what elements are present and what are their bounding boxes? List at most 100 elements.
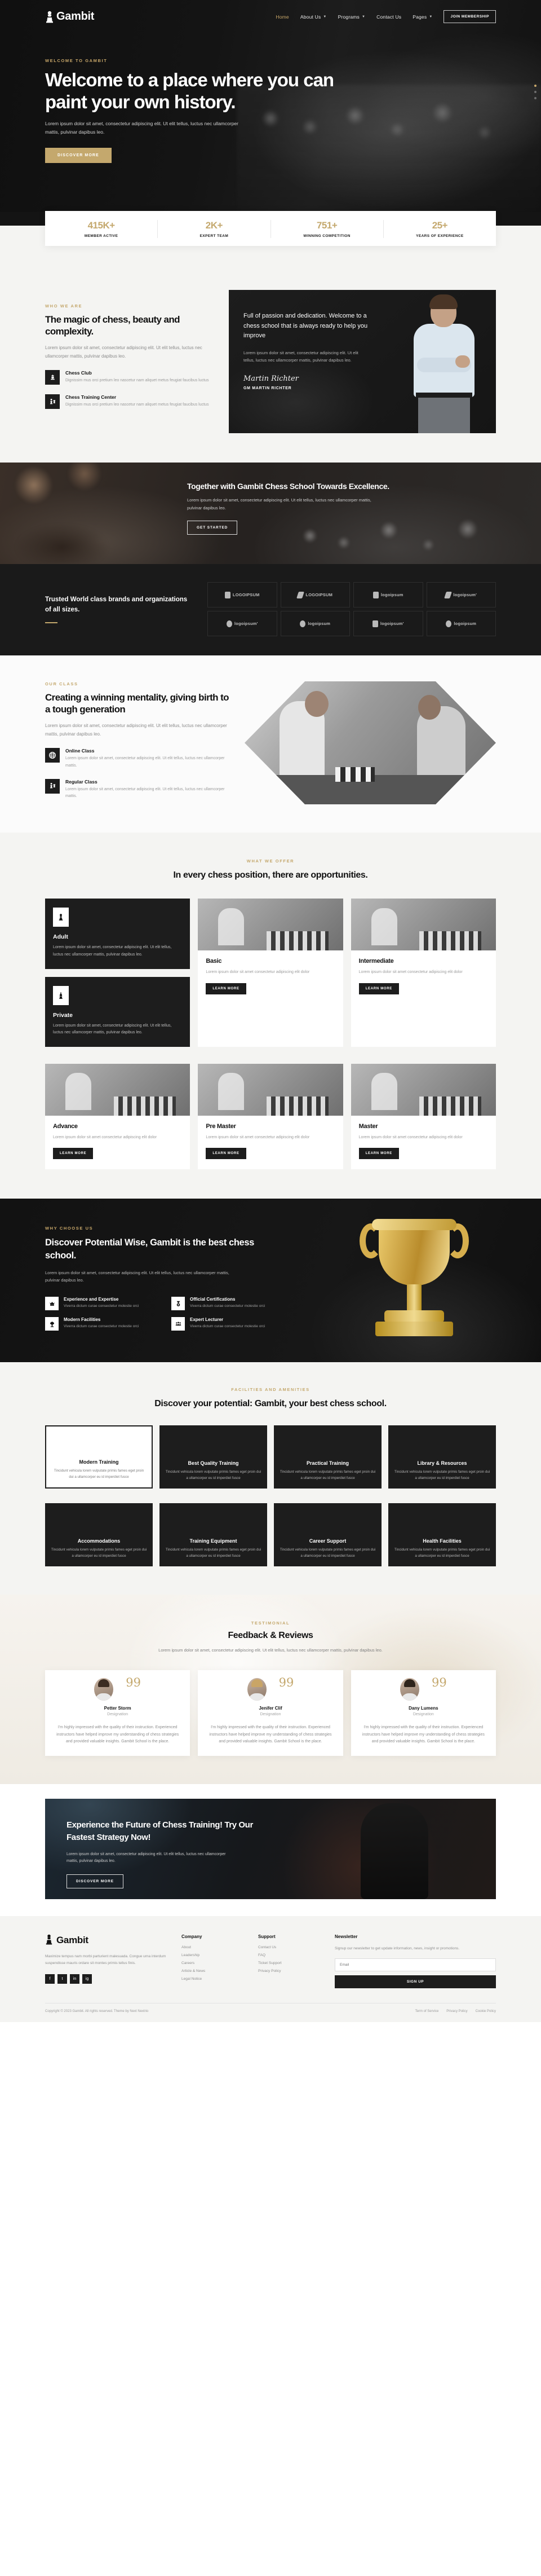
footer-bottom-link-privacy[interactable]: Privacy Policy — [446, 2010, 467, 2013]
nav-item-programs[interactable]: Programs ▼ — [338, 14, 366, 20]
offer-card-title: Pre Master — [206, 1122, 236, 1130]
why-feature-title: Official Certifications — [190, 1297, 236, 1302]
logo-text: Gambit — [56, 10, 95, 23]
chess-pawn-icon — [53, 908, 69, 927]
section-lead: Lorem ipsum dolor sit amet, consectetur … — [45, 723, 227, 737]
stat-item: 751+ WINNING COMPETITION — [271, 220, 384, 238]
facility-title: Accommodations — [77, 1538, 121, 1544]
cta-body: Lorem ipsum dolor sit amet, consectetur … — [66, 1852, 226, 1864]
feature-title: Chess Training Center — [65, 394, 117, 400]
footer-link[interactable]: Privacy Policy — [258, 1969, 320, 1973]
footer-link[interactable]: Ticket Support — [258, 1961, 320, 1965]
learn-more-button[interactable]: LEARN MORE — [206, 983, 246, 994]
facility-card-best-quality-training[interactable]: Best Quality Training Tincidunt vehicula… — [159, 1425, 267, 1489]
feature-title: Regular Class — [65, 778, 97, 785]
learn-more-button[interactable]: LEARN MORE — [53, 1148, 94, 1160]
chess-pawn-icon — [45, 1934, 54, 1947]
nav-label: About Us — [300, 14, 321, 20]
offer-card-title: Intermediate — [358, 958, 394, 965]
offer-card-advance[interactable]: Advance Lorem ipsum dolor sit amet conse… — [45, 1063, 190, 1170]
testimonial-designation: Designation — [260, 1712, 281, 1716]
cta-discover-more-button[interactable]: DISCOVER MORE — [66, 1874, 123, 1889]
newsletter-signup-button[interactable]: SIGN UP — [335, 1975, 496, 1989]
offer-cards-row-1: Adult Lorem ipsum dolor sit amet, consec… — [45, 899, 496, 1047]
nav-item-contact-us[interactable]: Contact Us — [376, 14, 401, 20]
footer-link[interactable]: FAQ — [258, 1953, 320, 1957]
footer-link[interactable]: Careers — [181, 1961, 243, 1965]
facility-card-modern-training[interactable]: Modern Training Tincidunt vehicula lorem… — [45, 1425, 153, 1489]
footer-link[interactable]: Leadership — [181, 1953, 243, 1957]
instagram-icon[interactable]: ig — [82, 1974, 92, 1984]
linkedin-icon[interactable]: in — [70, 1974, 79, 1984]
facility-desc: Tincidunt vehicula lorem vulputate primi… — [280, 1548, 376, 1558]
facility-card-library-resources[interactable]: Library & Resources Tincidunt vehicula l… — [388, 1425, 496, 1489]
footer-link[interactable]: About — [181, 1945, 243, 1949]
offer-card-basic[interactable]: Basic Lorem ipsum dolor sit amet consect… — [198, 899, 343, 1047]
facility-title: Best Quality Training — [188, 1460, 239, 1466]
facility-desc: Tincidunt vehicula lorem vulputate primi… — [394, 1470, 490, 1480]
facebook-icon[interactable]: f — [45, 1974, 55, 1984]
join-membership-button[interactable]: JOIN MEMBERSHIP — [444, 10, 496, 23]
facility-card-career-support[interactable]: Career Support Tincidunt vehicula lorem … — [274, 1503, 382, 1566]
testimonial-name: Dany Lumens — [409, 1705, 438, 1711]
learn-more-button[interactable]: LEARN MORE — [206, 1148, 246, 1160]
brands-heading: Trusted World class brands and organizat… — [45, 595, 192, 623]
chess-pieces-icon — [45, 394, 60, 409]
offer-card-title: Master — [358, 1122, 378, 1130]
stats-section: 415K+ MEMBER ACTIVE 2K+ EXPERT TEAM 751+… — [0, 211, 541, 265]
offer-card-intermediate[interactable]: Intermediate Lorem ipsum dolor sit amet … — [351, 899, 496, 1047]
facility-title: Modern Training — [79, 1459, 119, 1465]
newsletter-email-input[interactable] — [335, 1958, 496, 1972]
offer-card-pre-master[interactable]: Pre Master Lorem ipsum dolor sit amet co… — [198, 1063, 343, 1170]
logo[interactable]: Gambit — [45, 10, 94, 23]
footer-bottom-link-cookie[interactable]: Cookie Policy — [476, 2010, 496, 2013]
offer-card-image — [45, 1063, 190, 1116]
slider-dot-1[interactable] — [534, 85, 536, 87]
hero-slider-dots[interactable] — [534, 85, 536, 99]
learn-more-button[interactable]: LEARN MORE — [358, 1148, 399, 1160]
nav-item-home[interactable]: Home — [276, 14, 289, 20]
facility-card-health-facilities[interactable]: Health Facilities Tincidunt vehicula lor… — [388, 1503, 496, 1566]
stat-item: 415K+ MEMBER ACTIVE — [45, 220, 158, 238]
logo-mark-icon — [444, 591, 453, 598]
brand-logo: logoipsum' — [207, 611, 277, 636]
testimonial-card: 99 Dany Lumens Designation I'm highly im… — [351, 1670, 496, 1756]
slider-dot-3[interactable] — [534, 97, 536, 99]
offer-card-master[interactable]: Master Lorem ipsum dolor sit amet consec… — [351, 1063, 496, 1170]
get-started-button[interactable]: GET STARTED — [187, 521, 238, 535]
nav-item-pages[interactable]: Pages ▼ — [413, 14, 432, 20]
footer-link[interactable]: Article & News — [181, 1969, 243, 1973]
offer-card-adult[interactable]: Adult Lorem ipsum dolor sit amet, consec… — [45, 899, 190, 969]
offer-card-image — [351, 1063, 496, 1116]
facility-card-practical-training[interactable]: Practical Training Tincidunt vehicula lo… — [274, 1425, 382, 1489]
hero-discover-more-button[interactable]: DISCOVER MORE — [45, 147, 112, 163]
section-eyebrow: WHO WE ARE — [45, 303, 83, 309]
stat-label: YEARS OF EXPERIENCE — [416, 234, 464, 238]
feature-desc: Lorem ipsum dolor sit amet, consectetur … — [65, 787, 225, 799]
avatar — [400, 1677, 419, 1701]
facility-title: Practical Training — [306, 1460, 349, 1466]
learn-more-button[interactable]: LEARN MORE — [358, 983, 399, 994]
globe-icon — [45, 748, 60, 763]
facility-title: Library & Resources — [417, 1460, 467, 1466]
footer-link[interactable]: Legal Notice — [181, 1977, 243, 1981]
hero-title: Welcome to a place where you can paint y… — [45, 69, 334, 112]
section-lead: Lorem ipsum dolor sit amet, consectetur … — [45, 345, 202, 359]
section-eyebrow: WHY CHOOSE US — [45, 1226, 94, 1231]
nav-label: Programs — [338, 14, 360, 20]
nav-item-about-us[interactable]: About Us ▼ — [300, 14, 327, 20]
logo-mark-icon — [446, 620, 452, 627]
facility-card-training-equipment[interactable]: Training Equipment Tincidunt vehicula lo… — [159, 1503, 267, 1566]
footer-logo[interactable]: Gambit — [45, 1934, 167, 1947]
brand-logo: LOGOIPSUM — [207, 582, 277, 607]
offer-card-private[interactable]: Private Lorem ipsum dolor sit amet, cons… — [45, 976, 190, 1047]
twitter-icon[interactable]: t — [57, 1974, 67, 1984]
facility-card-accommodations[interactable]: Accommodations Tincidunt vehicula lorem … — [45, 1503, 153, 1566]
slider-dot-2[interactable] — [534, 91, 536, 93]
footer-link[interactable]: Contact Us — [258, 1945, 320, 1949]
section-eyebrow: TESTIMONIAL — [251, 1620, 290, 1626]
footer-bottom-link-terms[interactable]: Term of Service — [415, 2010, 439, 2013]
stat-label: MEMBER ACTIVE — [84, 234, 118, 238]
facilities-section: FACILITIES AND AMENITIES Discover your p… — [0, 1362, 541, 1595]
avatar — [94, 1677, 114, 1701]
